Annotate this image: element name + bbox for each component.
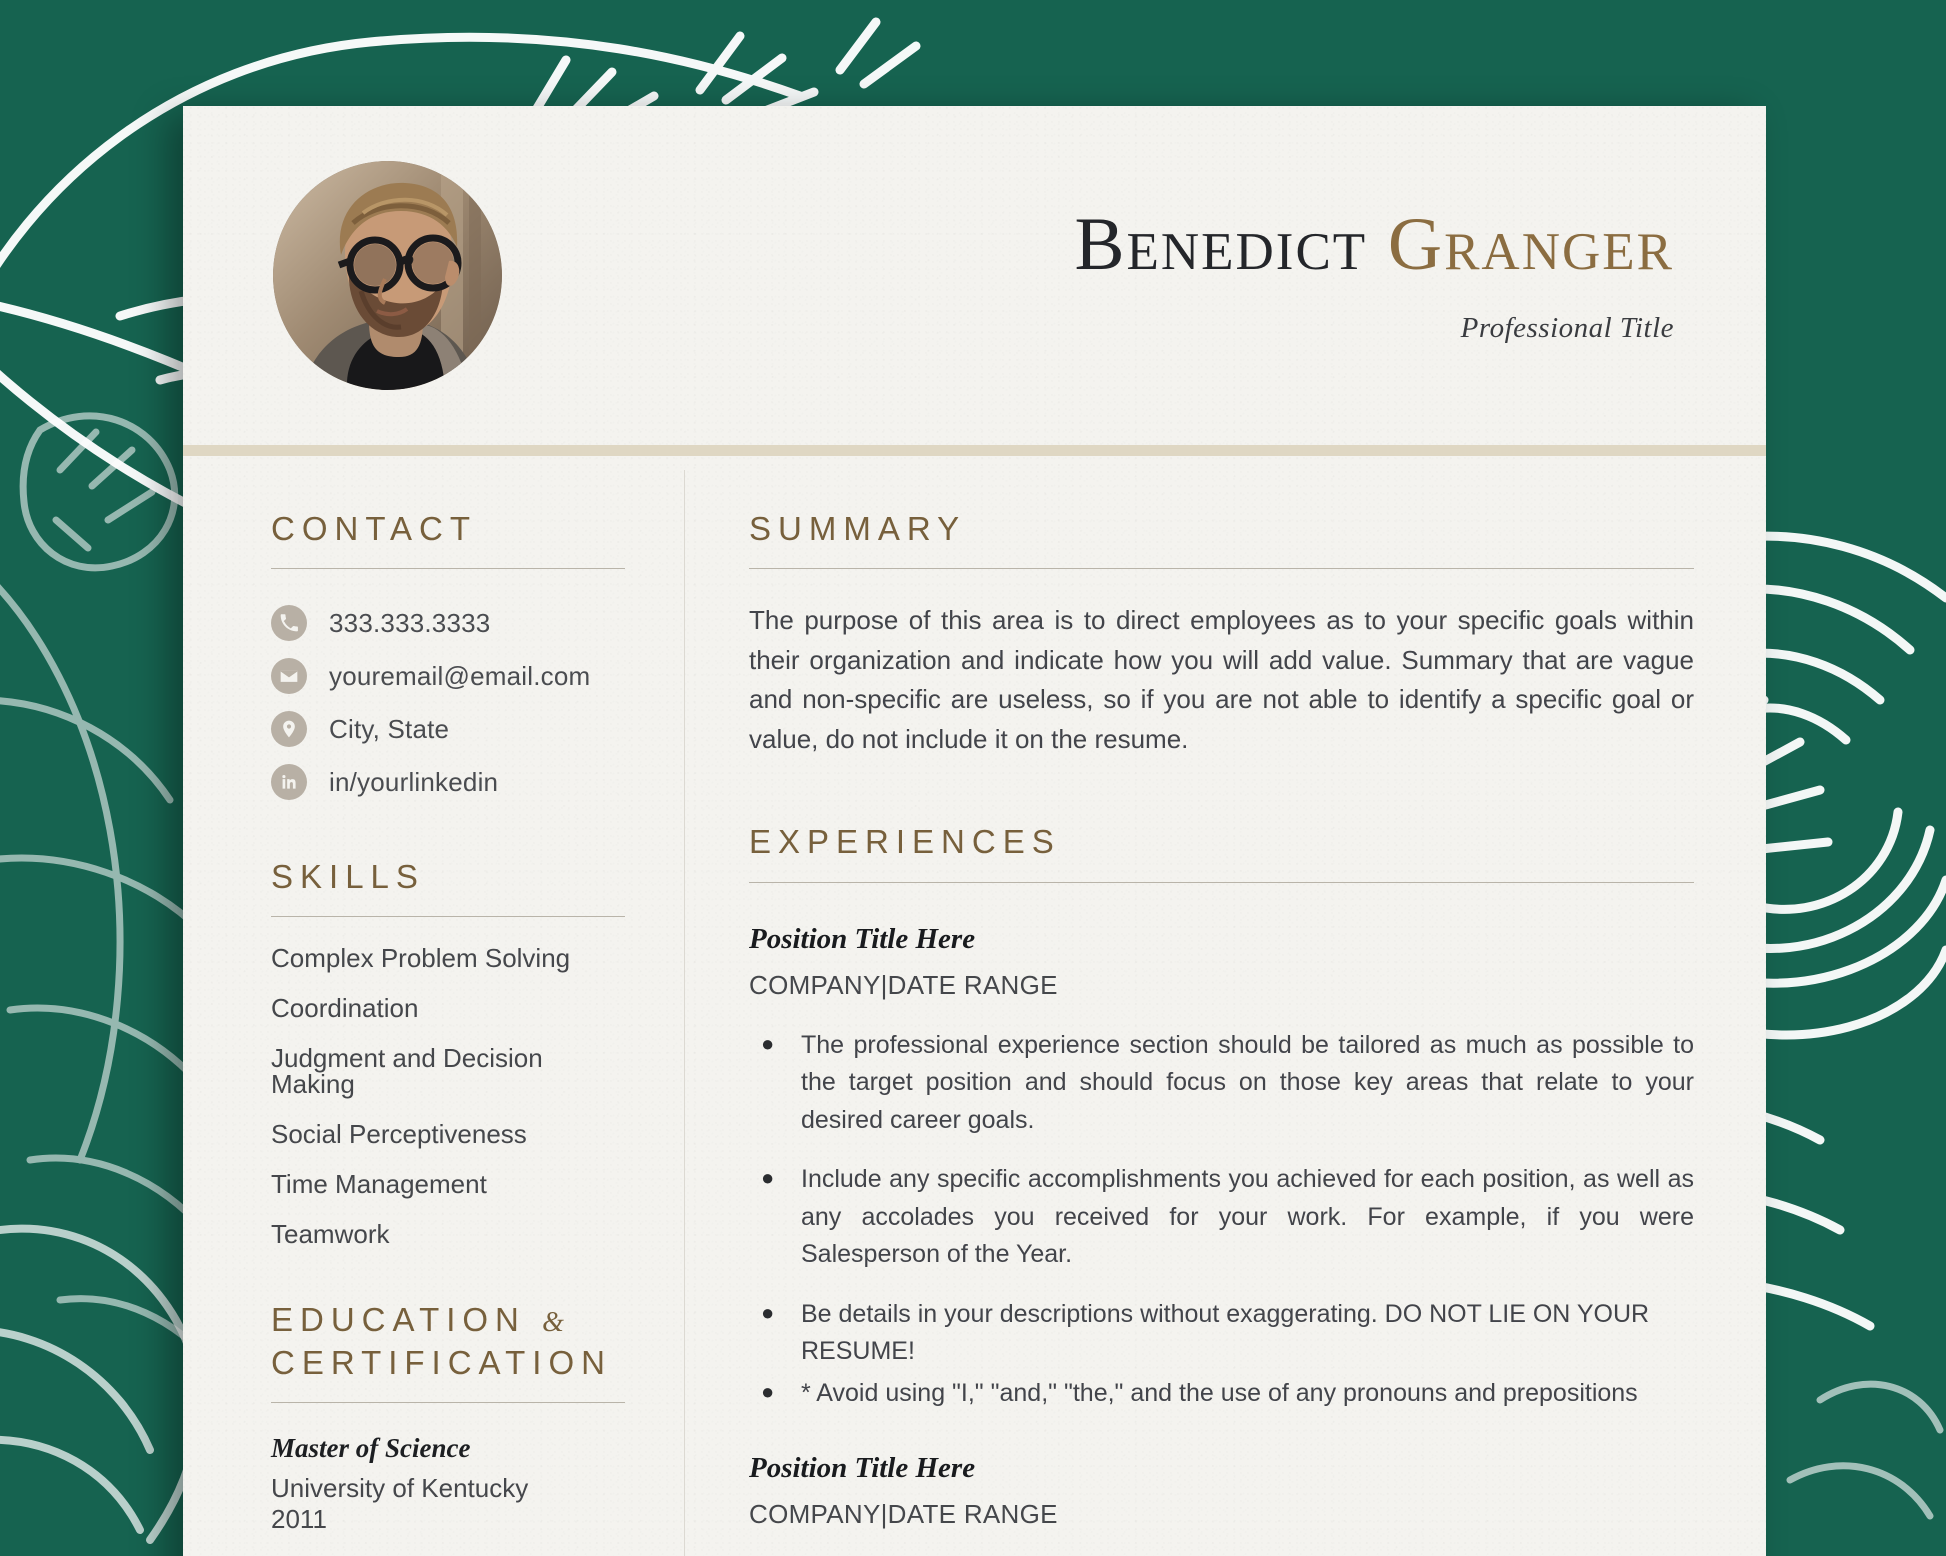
skills-section: SKILLS Complex Problem Solving Coordinat… [271, 856, 625, 1247]
education-school: University of Kentucky [271, 1472, 529, 1503]
page-title: Benedict Granger [502, 202, 1674, 286]
summary-text: The purpose of this area is to direct em… [749, 605, 1694, 754]
list-item: Master of Science University of Kentucky… [271, 1433, 625, 1534]
resume-document: Benedict Granger Professional Title CONT… [183, 106, 1766, 1556]
skills-list: Complex Problem Solving Coordination Jud… [271, 945, 625, 1247]
education-heading: EDUCATION & CERTIFICATION [271, 1299, 625, 1383]
list-item: Complex Problem Solving [271, 943, 571, 974]
contact-item-location[interactable]: City, State [271, 709, 625, 749]
experience-title: Position Title Here [749, 1452, 976, 1485]
list-item: ● * Avoid using "I," "and," "the," and t… [749, 1375, 1694, 1413]
avatar [273, 161, 502, 390]
experience-title: Position Title Here [749, 922, 976, 955]
resume-header: Benedict Granger Professional Title [183, 106, 1766, 445]
education-section: EDUCATION & CERTIFICATION Master of Scie… [271, 1299, 625, 1556]
bullet-text: Be details in your descriptions without … [801, 1299, 1650, 1366]
envelope-icon [271, 658, 307, 695]
list-item: Judgment and Decision Making [271, 1043, 543, 1100]
bullet-icon: ● [761, 1030, 775, 1056]
bullet-text: * Avoid using "I," "and," "the," and the… [801, 1378, 1638, 1407]
list-item: ● Be details in your descriptions withou… [749, 1296, 1694, 1371]
bullet-text: The professional experience section shou… [801, 1030, 1694, 1134]
list-item: Social Perceptiveness [271, 1119, 527, 1150]
summary-heading: SUMMARY [749, 510, 967, 547]
education-heading-line1: EDUCATION [271, 1301, 526, 1339]
sidebar-column: CONTACT 333.333.3333 youremail@email.com [183, 456, 685, 1556]
contact-email-value: youremail@email.com [329, 660, 591, 691]
phone-icon [271, 605, 307, 642]
education-heading-ampersand: & [542, 1307, 564, 1339]
profile-photo [273, 161, 502, 390]
education-list: Master of Science University of Kentucky… [271, 1433, 625, 1556]
list-item: Teamwork [271, 1219, 390, 1250]
contact-item-email[interactable]: youremail@email.com [271, 656, 625, 696]
education-degree: Master of Science [271, 1432, 471, 1463]
contact-location-value: City, State [329, 713, 450, 744]
resume-body: CONTACT 333.333.3333 youremail@email.com [183, 456, 1766, 1556]
name-block: Benedict Granger Professional Title [502, 202, 1694, 346]
contact-section: CONTACT 333.333.3333 youremail@email.com [271, 508, 625, 802]
list-item: Time Management [271, 1169, 487, 1200]
experience-entry: Position Title Here COMPANY|DATE RANGE ●… [749, 923, 1694, 1413]
bullet-icon: ● [761, 1378, 775, 1404]
contact-heading-rule [271, 568, 625, 570]
contact-list: 333.333.3333 youremail@email.com City, S… [271, 603, 625, 802]
experiences-heading-rule [749, 881, 1694, 883]
location-pin-icon [271, 711, 307, 748]
list-item: ● The professional experience section sh… [749, 1027, 1694, 1140]
contact-heading: CONTACT [271, 510, 478, 547]
header-divider [183, 445, 1766, 456]
first-name: Benedict [1074, 202, 1368, 286]
list-item: Coordination [271, 993, 419, 1024]
contact-linkedin-value: in/yourlinkedin [329, 766, 499, 797]
summary-heading-rule [749, 568, 1694, 570]
experience-company: COMPANY|DATE RANGE [749, 1499, 1058, 1530]
bullet-text: Include any specific accomplishments you… [801, 1165, 1694, 1269]
main-column: SUMMARY The purpose of this area is to d… [685, 456, 1766, 1556]
summary-section: SUMMARY The purpose of this area is to d… [749, 508, 1694, 759]
experience-company: COMPANY|DATE RANGE [749, 969, 1058, 1000]
experience-bullets: ● The professional experience section sh… [749, 1027, 1694, 1413]
skills-heading-rule [271, 916, 625, 918]
last-name: Granger [1387, 202, 1674, 286]
list-item: ● Include any specific accomplishments y… [749, 1161, 1694, 1274]
skills-heading: SKILLS [271, 858, 425, 896]
bullet-icon: ● [761, 1165, 775, 1191]
contact-item-linkedin[interactable]: in/yourlinkedin [271, 762, 625, 802]
bullet-icon: ● [761, 1299, 775, 1325]
professional-title: Professional Title [1460, 312, 1674, 345]
education-year: 2011 [271, 1503, 327, 1534]
contact-item-phone[interactable]: 333.333.3333 [271, 603, 625, 643]
experiences-heading: EXPERIENCES [749, 823, 1061, 861]
education-heading-line2: CERTIFICATION [271, 1343, 612, 1381]
education-heading-rule [271, 1401, 625, 1403]
experience-entry: Position Title Here COMPANY|DATE RANGE ●… [749, 1452, 1694, 1556]
contact-phone-value: 333.333.3333 [329, 607, 491, 638]
experiences-section: EXPERIENCES Position Title Here COMPANY|… [749, 821, 1694, 1556]
linkedin-icon [271, 764, 307, 801]
